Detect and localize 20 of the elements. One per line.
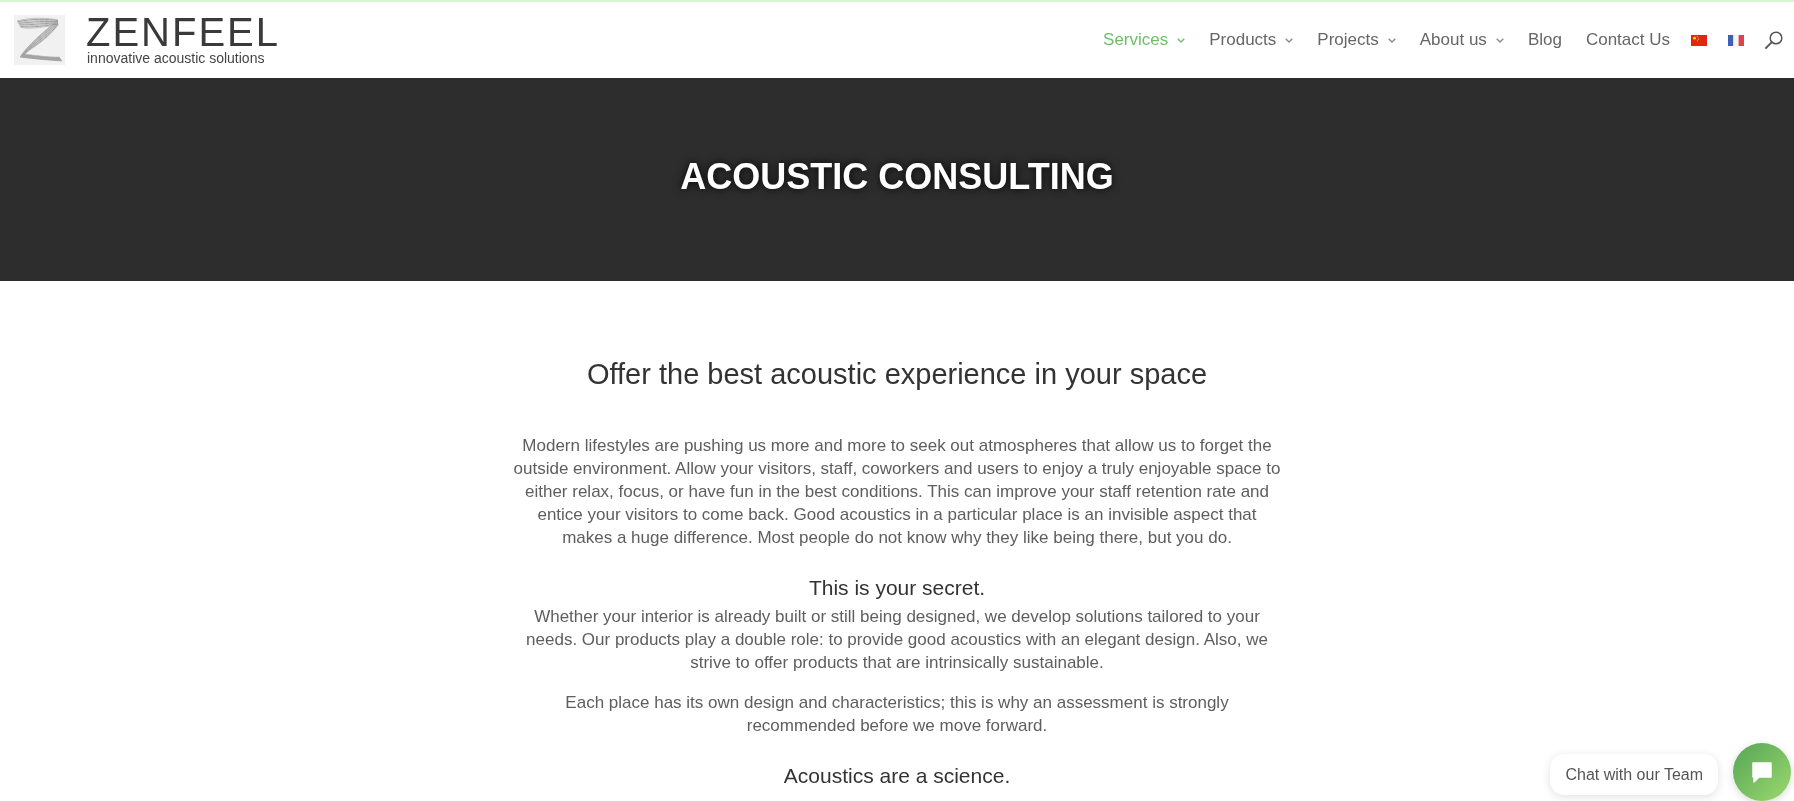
nav-link[interactable]: About us (1419, 27, 1504, 53)
chat-label[interactable]: Chat with our Team (1550, 754, 1718, 795)
nav-link[interactable]: Products (1209, 27, 1294, 53)
search-icon[interactable] (1765, 31, 1783, 49)
body-paragraph: Modern lifestyles are pushing us more and more to seek out atmospheres that allow us to forget the outside environment. Allow your visitors, staff, coworkers and users to enjoy a truly enjoyable space to either relax, focus, or have fun in the best conditions. This can improve your staff retention rate and entice your visitors to come back. Good acoustics in a particular place is an invisible aspect that makes a huge difference. Most people do not know why they like being there, but you do. (512, 435, 1282, 549)
section-heading: Acoustics are a science. (783, 763, 1011, 789)
section-title: Offer the best acoustic experience in your space (586, 357, 1208, 391)
nav-link[interactable]: Projects (1317, 27, 1396, 53)
chat-button[interactable] (1733, 743, 1791, 801)
section-heading: This is your secret. (808, 575, 986, 601)
body-paragraph: Each place has its own design and characteristics; this is why an assessment is strongly recommended before we move forward. (564, 692, 1230, 737)
page-title: ACOUSTIC CONSULTING (680, 154, 1114, 199)
flag-icon[interactable] (1691, 34, 1707, 46)
flag-icon[interactable] (1728, 34, 1744, 46)
body-paragraph: Whether your interior is already built or still being designed, we develop solutions tailored to your needs. Our products play a double role: to provide good acoustics with an elegant design. Also, we strive to offer products that are intrinsically sustainable. (525, 606, 1269, 674)
logo-tagline: innovative acoustic solutions (87, 49, 266, 66)
logo-wordmark: ZENFEEL (86, 14, 281, 49)
nav-link[interactable]: Contact Us (1585, 27, 1670, 53)
speech-bubble-icon (1751, 761, 1773, 783)
nav-link[interactable]: Blog (1527, 27, 1562, 53)
